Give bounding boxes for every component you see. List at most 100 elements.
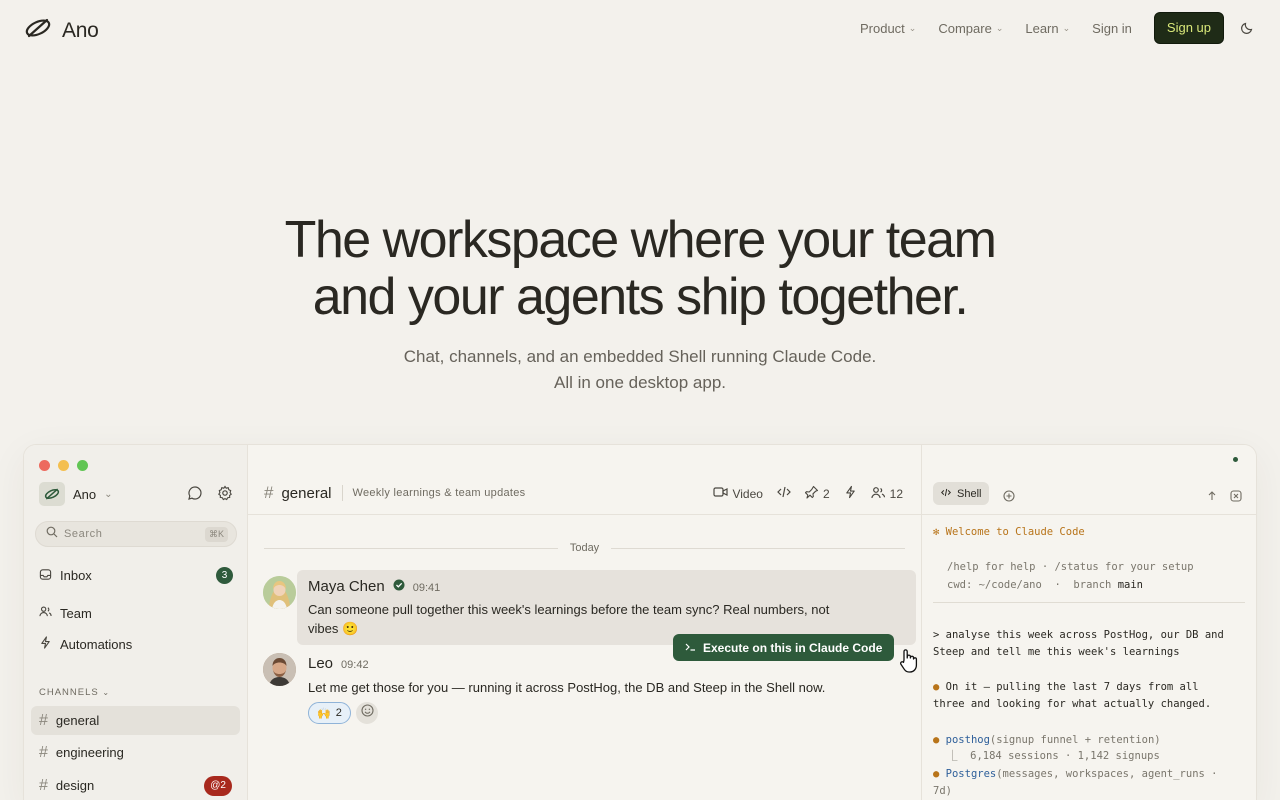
avatar[interactable] [263, 653, 296, 686]
ano-logo-icon [24, 16, 52, 45]
close-window-button[interactable] [39, 460, 50, 471]
shell-pane: Shell ✻ Welcome to Claude Code /help for… [921, 445, 1256, 800]
reaction-emoji: 🙌 [317, 707, 331, 720]
moon-icon[interactable] [1238, 19, 1256, 37]
tab-shell[interactable]: Shell [933, 482, 990, 505]
search-icon [46, 525, 58, 543]
channel-engineering[interactable]: # engineering [31, 738, 240, 767]
signin-link[interactable]: Sign in [1092, 21, 1132, 36]
signup-button[interactable]: Sign up [1153, 12, 1224, 44]
reaction-chip[interactable]: 🙌 2 [308, 702, 351, 724]
execute-in-claude-code-button[interactable]: Execute on this in Claude Code [673, 634, 895, 661]
shell-reply-line1: On it — pulling the last 7 days from all [945, 681, 1199, 693]
share-icon[interactable] [1206, 487, 1218, 506]
chat-pane: # general Weekly learnings & team update… [248, 445, 921, 800]
channel-title: # general Weekly learnings & team update… [264, 483, 525, 503]
message-author[interactable]: Maya Chen [308, 578, 385, 595]
sidebar-item-label: Team [60, 605, 92, 621]
add-reaction-button[interactable] [356, 702, 378, 724]
ano-logo-icon [39, 482, 65, 506]
day-divider: Today [264, 542, 906, 554]
chevron-down-icon: ⌄ [995, 22, 1004, 33]
message-text: Can someone pull together this week's le… [308, 600, 829, 638]
sidebar: Ano ⌄ Search ⌘K Inbox 3 Team Automations… [24, 445, 248, 800]
maximize-window-button[interactable] [77, 460, 88, 471]
hero-title-line2: and your agents ship together. [312, 268, 969, 326]
hero-sub-line1: Chat, channels, and an embedded Shell ru… [403, 347, 877, 366]
channel-name: design [55, 778, 95, 793]
pins-button[interactable]: 2 [804, 485, 830, 502]
nav-compare[interactable]: Compare ⌄ [938, 21, 1003, 36]
close-square-icon[interactable] [1230, 487, 1242, 506]
shell-tool-call-postgres: ● Postgres(messages, workspaces, agent_r… [933, 766, 1218, 800]
code-icon [941, 488, 951, 500]
channel-general[interactable]: # general [31, 706, 240, 735]
execute-button-label: Execute on this in Claude Code [703, 640, 883, 655]
bolt-icon [39, 636, 52, 652]
chevron-down-icon: ⌄ [1062, 22, 1071, 33]
app-preview-window: Ano ⌄ Search ⌘K Inbox 3 Team Automations… [24, 445, 1256, 800]
hero: The workspace where your team and your a… [0, 212, 1280, 396]
members-icon [871, 486, 886, 502]
shell-divider [933, 602, 1245, 603]
brand-name: Ano [62, 18, 99, 42]
sidebar-item-label: Automations [60, 636, 133, 652]
brand[interactable]: Ano [24, 16, 99, 45]
channel-design[interactable]: # design @2 [31, 771, 240, 800]
nav-product[interactable]: Product ⌄ [860, 21, 916, 36]
avatar[interactable] [263, 576, 296, 609]
tool-args: (messages, workspaces, agent_runs · [996, 768, 1218, 780]
code-button[interactable] [777, 486, 791, 501]
nav-learn[interactable]: Learn ⌄ [1025, 21, 1070, 36]
hash-icon: # [39, 743, 48, 761]
channel-header-name: general [281, 484, 332, 502]
workspace-switcher[interactable]: Ano ⌄ [39, 482, 113, 506]
video-label: Video [732, 486, 763, 501]
code-icon [777, 486, 791, 501]
divider [341, 485, 343, 501]
nav-compare-label: Compare [938, 20, 992, 36]
message-text-line2: vibes 🙂 [308, 621, 359, 636]
shell-actions [1206, 487, 1242, 506]
reaction-count: 2 [335, 707, 342, 719]
hero-title: The workspace where your team and your a… [0, 212, 1280, 326]
channel-description: Weekly learnings & team updates [352, 487, 526, 499]
cursor-hand-icon [898, 648, 920, 679]
channels-section-header[interactable]: CHANNELS ⌄ [39, 687, 110, 698]
video-button[interactable]: Video [713, 486, 763, 501]
message-time: 09:41 [412, 582, 441, 594]
bullet-icon: ● [933, 681, 940, 693]
bullet-icon: ● [933, 768, 940, 780]
sidebar-item-automations[interactable]: Automations [39, 636, 233, 652]
shell-prompt-line1: > analyse this week across PostHog, our … [933, 629, 1224, 641]
message-time: 09:42 [341, 659, 369, 671]
message-text-line1: Can someone pull together this week's le… [308, 602, 830, 617]
tool-name: Postgres [945, 768, 997, 780]
gear-icon[interactable] [217, 485, 233, 506]
sidebar-item-inbox[interactable]: Inbox 3 [39, 567, 233, 584]
message-author[interactable]: Leo [308, 655, 333, 672]
hero-title-line1: The workspace where your team [284, 211, 997, 269]
chat-bubble-icon[interactable] [187, 485, 203, 506]
chevron-down-icon: ⌄ [908, 22, 917, 33]
members-button[interactable]: 12 [871, 486, 903, 502]
search-placeholder: Search [64, 528, 103, 540]
channel-header: # general Weekly learnings & team update… [248, 445, 921, 515]
automations-button[interactable] [844, 485, 857, 502]
hero-sub-line2: All in one desktop app. [553, 373, 726, 392]
shell-reply-line2: three and looking for what actually chan… [933, 698, 1212, 710]
plus-circle-icon[interactable] [1003, 487, 1015, 506]
divider-line [611, 547, 906, 549]
shell-header: Shell [922, 445, 1256, 515]
sidebar-item-team[interactable]: Team [39, 605, 233, 621]
workspace-name: Ano [73, 486, 97, 502]
search-input[interactable]: Search ⌘K [35, 521, 237, 547]
members-count: 12 [889, 486, 903, 501]
shell-help: /help for help · /status for your setup [947, 559, 1194, 576]
hash-icon: # [39, 711, 48, 729]
minimize-window-button[interactable] [58, 460, 69, 471]
message-text: Let me get those for you — running it ac… [308, 680, 826, 695]
shell-prompt-line2: Steep and tell me this week's learnings [933, 646, 1180, 658]
verified-icon [393, 578, 405, 596]
sidebar-item-label: Inbox [60, 568, 92, 583]
